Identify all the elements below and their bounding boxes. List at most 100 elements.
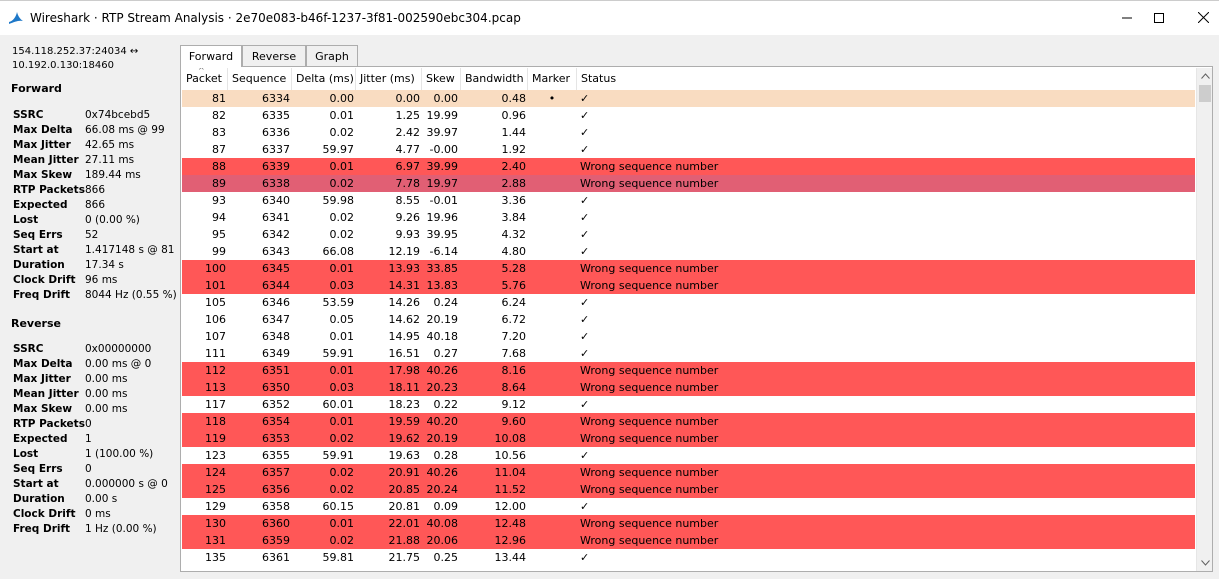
- column-header-sequence[interactable]: Sequence: [228, 68, 292, 90]
- stat-label: Max Skew: [13, 169, 73, 181]
- cell-delta: 0.02: [329, 432, 355, 445]
- table-row[interactable]: 94 6341 0.02 9.26 19.96 3.84 ✓: [182, 209, 1195, 226]
- table-row[interactable]: 106 6347 0.05 14.62 20.19 6.72 ✓: [182, 311, 1195, 328]
- cell-jitter: 13.93: [388, 262, 421, 275]
- tab-reverse[interactable]: Reverse: [242, 45, 306, 66]
- table-row[interactable]: 112 6351 0.01 17.98 40.26 8.16 Wrong sequence …: [182, 362, 1195, 379]
- table-row[interactable]: 117 6352 60.01 18.23 0.22 9.12 ✓: [182, 396, 1195, 413]
- cell-marker: [528, 328, 576, 345]
- cell-delta: 0.05: [329, 313, 355, 326]
- sort-ascending-icon: ^: [198, 68, 205, 75]
- table-row[interactable]: 81 6334 0.00 0.00 0.00 0.48 • ✓: [182, 90, 1195, 107]
- table-row[interactable]: 83 6336 0.02 2.42 39.97 1.44 ✓: [182, 124, 1195, 141]
- column-header-bandwidth[interactable]: Bandwidth: [461, 68, 528, 90]
- cell-skew: 40.18: [426, 330, 459, 343]
- column-header-delta[interactable]: Delta (ms): [292, 68, 356, 90]
- title-bar[interactable]: Wireshark · RTP Stream Analysis · 2e70e0…: [0, 1, 1219, 35]
- cell-packet: 125: [205, 483, 226, 496]
- vertical-scrollbar[interactable]: [1196, 68, 1212, 571]
- cell-delta: 0.02: [329, 228, 355, 241]
- table-row[interactable]: 107 6348 0.01 14.95 40.18 7.20 ✓: [182, 328, 1195, 345]
- cell-delta: 0.01: [329, 109, 355, 122]
- stat-label: Freq Drift: [13, 289, 71, 301]
- cell-sequence: 6343: [262, 245, 290, 258]
- cell-bandwidth: 9.60: [501, 415, 527, 428]
- table-row[interactable]: 124 6357 0.02 20.91 40.26 11.04 Wrong sequence…: [182, 464, 1195, 481]
- maximize-button[interactable]: [1136, 1, 1182, 34]
- scroll-up-arrow-icon[interactable]: [1197, 68, 1213, 84]
- cell-bandwidth: 7.68: [501, 347, 527, 360]
- stat-label: Seq Errs: [13, 229, 63, 241]
- stat-label: Expected: [13, 199, 68, 211]
- endpoint-line-2: 10.192.0.130:18460: [12, 60, 114, 71]
- packet-table: ^ Packet Sequence Delta (ms) Jitter (ms)…: [182, 68, 1195, 571]
- cell-delta: 66.08: [322, 245, 355, 258]
- cell-packet: 117: [205, 398, 226, 411]
- cell-status: ✓: [580, 449, 590, 462]
- stat-label: Mean Jitter: [13, 154, 79, 166]
- cell-marker: [528, 413, 576, 430]
- table-row[interactable]: 105 6346 53.59 14.26 0.24 6.24 ✓: [182, 294, 1195, 311]
- cell-status: Wrong sequence number: [580, 279, 719, 292]
- cell-delta: 0.01: [329, 330, 355, 343]
- table-row[interactable]: 119 6353 0.02 19.62 20.19 10.08 Wrong sequence…: [182, 430, 1195, 447]
- table-row[interactable]: 88 6339 0.01 6.97 39.99 2.40 Wrong sequence nu…: [182, 158, 1195, 175]
- cell-skew: 13.83: [426, 279, 459, 292]
- table-row[interactable]: 113 6350 0.03 18.11 20.23 8.64 Wrong sequence …: [182, 379, 1195, 396]
- table-row[interactable]: 111 6349 59.91 16.51 0.27 7.68 ✓: [182, 345, 1195, 362]
- stat-value: 0.00 ms @ 0: [85, 358, 152, 370]
- cell-marker: [528, 447, 576, 464]
- table-row[interactable]: 101 6344 0.03 14.31 13.83 5.76 Wrong sequence …: [182, 277, 1195, 294]
- cell-jitter: 19.62: [388, 432, 421, 445]
- table-row[interactable]: 129 6358 60.15 20.81 0.09 12.00 ✓: [182, 498, 1195, 515]
- table-row[interactable]: 100 6345 0.01 13.93 33.85 5.28 Wrong sequence …: [182, 260, 1195, 277]
- cell-delta: 53.59: [322, 296, 355, 309]
- table-row[interactable]: 95 6342 0.02 9.93 39.95 4.32 ✓: [182, 226, 1195, 243]
- table-row[interactable]: 82 6335 0.01 1.25 19.99 0.96 ✓: [182, 107, 1195, 124]
- tab-forward[interactable]: Forward: [180, 45, 242, 67]
- cell-skew: 0.27: [433, 347, 459, 360]
- column-header-status[interactable]: Status: [577, 68, 1195, 90]
- cell-marker: [528, 294, 576, 311]
- scroll-down-arrow-icon[interactable]: [1197, 555, 1213, 571]
- cell-jitter: 1.25: [395, 109, 421, 122]
- cell-skew: 39.95: [426, 228, 459, 241]
- table-row[interactable]: 99 6343 66.08 12.19 -6.14 4.80 ✓: [182, 243, 1195, 260]
- scrollbar-thumb[interactable]: [1199, 85, 1211, 102]
- table-row[interactable]: 118 6354 0.01 19.59 40.20 9.60 Wrong sequence …: [182, 413, 1195, 430]
- cell-status: Wrong sequence number: [580, 483, 719, 496]
- stat-label: Start at: [13, 478, 59, 490]
- table-row[interactable]: 89 6338 0.02 7.78 19.97 2.88 Wrong sequence nu…: [182, 175, 1195, 192]
- table-row[interactable]: 87 6337 59.97 4.77 -0.00 1.92 ✓: [182, 141, 1195, 158]
- stat-value: 0.00 s: [85, 493, 118, 505]
- table-row[interactable]: 131 6359 0.02 21.88 20.06 12.96 Wrong sequence…: [182, 532, 1195, 549]
- column-header-marker[interactable]: Marker: [528, 68, 577, 90]
- cell-packet: 100: [205, 262, 226, 275]
- table-row[interactable]: 93 6340 59.98 8.55 -0.01 3.36 ✓: [182, 192, 1195, 209]
- column-header-packet[interactable]: ^ Packet: [182, 68, 228, 90]
- table-row[interactable]: 123 6355 59.91 19.63 0.28 10.56 ✓: [182, 447, 1195, 464]
- cell-skew: 0.28: [433, 449, 459, 462]
- cell-sequence: 6356: [262, 483, 290, 496]
- stat-value: 0 (0.00 %): [85, 214, 140, 226]
- column-header-skew[interactable]: Skew: [422, 68, 461, 90]
- stat-label: Max Jitter: [13, 139, 71, 151]
- cell-sequence: 6353: [262, 432, 290, 445]
- close-button[interactable]: [1180, 1, 1219, 34]
- cell-marker: [528, 260, 576, 277]
- cell-sequence: 6352: [262, 398, 290, 411]
- table-row[interactable]: 130 6360 0.01 22.01 40.08 12.48 Wrong sequence…: [182, 515, 1195, 532]
- cell-delta: 59.81: [322, 551, 355, 564]
- cell-marker: •: [548, 92, 556, 105]
- stat-label: RTP Packets: [13, 418, 85, 430]
- cell-bandwidth: 2.40: [501, 160, 527, 173]
- cell-bandwidth: 9.12: [501, 398, 527, 411]
- cell-sequence: 6342: [262, 228, 290, 241]
- table-row[interactable]: 135 6361 59.81 21.75 0.25 13.44 ✓: [182, 549, 1195, 566]
- cell-jitter: 14.31: [388, 279, 421, 292]
- cell-status: Wrong sequence number: [580, 262, 719, 275]
- table-row[interactable]: 125 6356 0.02 20.85 20.24 11.52 Wrong sequence…: [182, 481, 1195, 498]
- column-header-jitter[interactable]: Jitter (ms): [356, 68, 422, 90]
- tab-graph[interactable]: Graph: [306, 45, 358, 66]
- cell-bandwidth: 5.76: [501, 279, 527, 292]
